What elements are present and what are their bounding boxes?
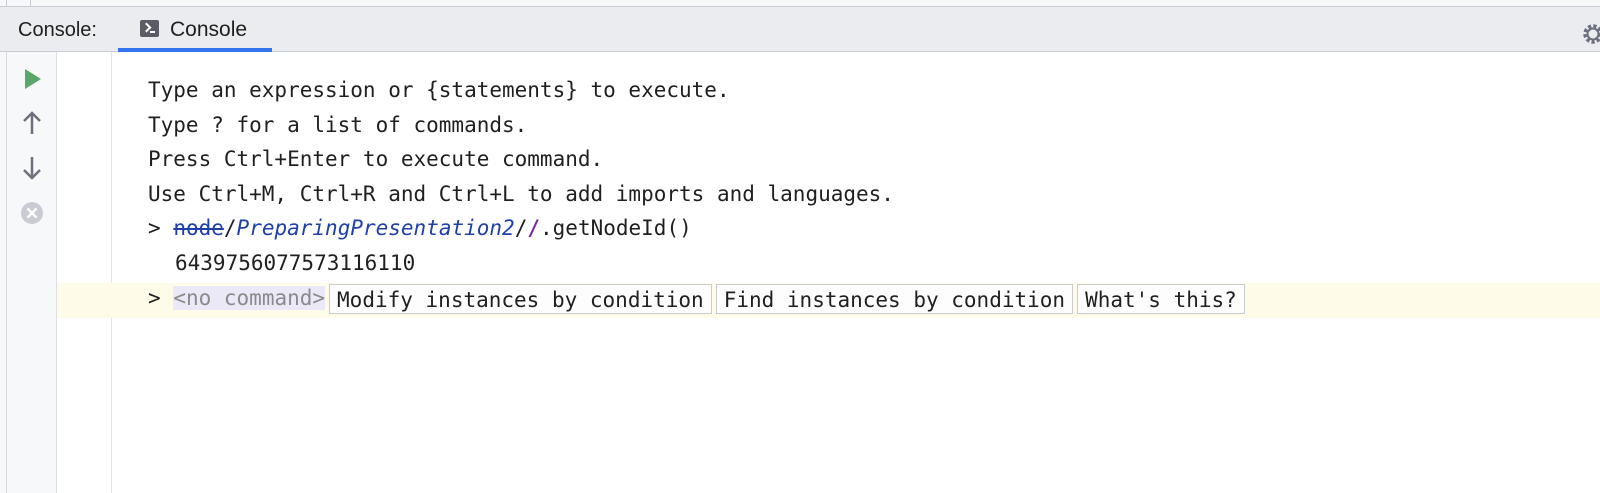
console-toolbar (0, 52, 57, 493)
prompt-symbol: > (148, 286, 161, 310)
whats-this-button[interactable]: What's this? (1077, 284, 1245, 314)
find-instances-button[interactable]: Find instances by condition (715, 284, 1074, 314)
tab-console-label: Console (170, 18, 248, 41)
node-reference[interactable]: node (173, 216, 224, 240)
tool-window-header: Console: Console (0, 6, 1600, 52)
tool-window-title: Console: (18, 19, 97, 41)
close-circle-icon[interactable] (17, 198, 47, 228)
command-result: 6439756077573116110 (175, 251, 416, 275)
arrow-down-icon[interactable] (17, 153, 47, 183)
path-separator: / (527, 216, 541, 240)
path-separator: / (514, 216, 528, 240)
editor-gutter (57, 52, 112, 493)
executed-command-line[interactable]: > node/PreparingPresentation2//.getNodeI… (148, 214, 692, 242)
console-info-line: Type ? for a list of commands. (148, 113, 528, 137)
divider (6, 52, 7, 493)
console-info-line: Use Ctrl+M, Ctrl+R and Ctrl+L to add imp… (148, 182, 894, 206)
current-command-line[interactable]: > <no command> Modify instances by condit… (148, 284, 1245, 314)
console-icon (140, 20, 159, 37)
tab-console[interactable]: Console (118, 7, 272, 52)
gear-icon[interactable] (1580, 21, 1600, 47)
modify-instances-button[interactable]: Modify instances by condition (329, 284, 712, 314)
command-input[interactable]: <no command> (173, 286, 326, 310)
prompt-symbol: > (148, 216, 161, 240)
console-info-line: Press Ctrl+Enter to execute command. (148, 147, 604, 171)
arrow-up-icon[interactable] (17, 108, 47, 138)
play-icon[interactable] (17, 64, 47, 94)
model-reference[interactable]: PreparingPresentation2 (237, 216, 515, 240)
console-info-line: Type an expression or {statements} to ex… (148, 78, 730, 102)
method-call: .getNodeId() (540, 216, 692, 240)
path-separator: / (223, 216, 237, 240)
